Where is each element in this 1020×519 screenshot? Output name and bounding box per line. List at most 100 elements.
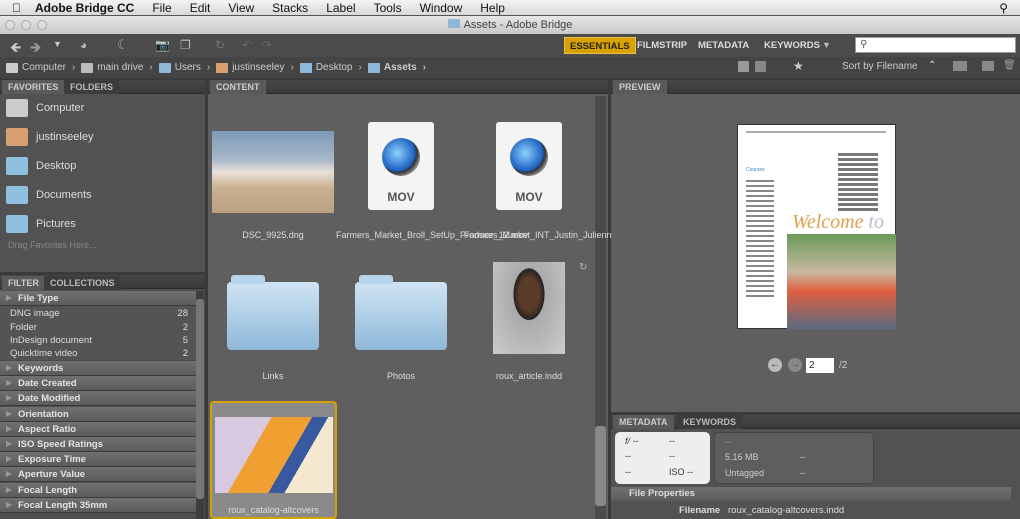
search-input[interactable]: ⚲ [855, 37, 1016, 53]
filename-value: roux_catalog-altcovers.indd [728, 505, 845, 516]
favorite-desktop[interactable]: Desktop [6, 157, 76, 175]
file-label: Farmers_Market_Broll_SetUp_Produce_12.mo… [336, 230, 529, 240]
folder-icon [6, 215, 28, 233]
favorite-justinseeley[interactable]: justinseeley [6, 128, 93, 146]
filter-group-label: Orientation [18, 408, 69, 420]
filter-group[interactable]: Orientation [0, 406, 196, 422]
title-bar: Assets - Adobe Bridge [0, 16, 1020, 34]
menu-tools[interactable]: Tools [374, 1, 402, 15]
filter-group[interactable]: Focal Length 35mm [0, 497, 196, 513]
sort-ascending-icon[interactable]: ⌃ [928, 60, 936, 71]
menu-label[interactable]: Label [326, 1, 355, 15]
open-recent-icon[interactable] [953, 61, 967, 71]
thumbnail-mov-2[interactable]: MOV [496, 122, 562, 210]
page-number-input[interactable]: 2 [806, 358, 834, 373]
breadcrumb-assets[interactable]: Assets › [367, 62, 426, 73]
chevron-right-icon: › [149, 62, 153, 73]
filter-item[interactable]: Quicktime video 2 [0, 346, 196, 361]
filter-group[interactable]: Date Modified [0, 391, 196, 407]
spotlight-icon[interactable]: ⚲ [999, 1, 1008, 15]
filter-group[interactable]: Date Created [0, 376, 196, 392]
minimize-button[interactable] [21, 20, 31, 30]
rotate-right-icon[interactable]: ↷ [262, 38, 272, 52]
filter-group[interactable]: Aspect Ratio [0, 421, 196, 437]
trash-icon[interactable]: 🗑 [1003, 60, 1016, 71]
filter-group[interactable]: Aperture Value [0, 467, 196, 483]
preview-document: Courses Welcome to [737, 124, 896, 329]
file-data-box: -- 5.16 MB -- Untagged -- [714, 432, 874, 484]
filter-scrollbar[interactable] [196, 291, 204, 519]
rotate-left-icon[interactable]: ↶ [242, 38, 252, 52]
camera-import-icon[interactable]: 📷 [155, 38, 170, 52]
filter-item-label: DNG image [10, 308, 60, 319]
tab-metadata[interactable]: METADATA [613, 415, 674, 429]
boomerang-icon[interactable]: ☾ [117, 37, 129, 53]
favorite-label: justinseeley [36, 131, 94, 143]
filter-group[interactable]: Keywords [0, 361, 196, 376]
breadcrumb-users[interactable]: Users › [158, 62, 210, 73]
view-mode-icon[interactable] [755, 61, 766, 72]
apple-icon[interactable]:  [12, 1, 21, 15]
scrollbar-thumb[interactable] [196, 299, 204, 499]
new-folder-icon[interactable] [982, 61, 994, 71]
favorite-computer[interactable]: Computer [6, 99, 84, 117]
breadcrumb-computer[interactable]: Computer › [6, 62, 75, 73]
favorite-pictures[interactable]: Pictures [6, 215, 76, 233]
breadcrumb-desktop[interactable]: Desktop › [299, 62, 362, 73]
open-in-camera-raw-icon[interactable]: ↻ [215, 38, 225, 52]
menu-edit[interactable]: Edit [190, 1, 211, 15]
color-mode-value: -- [800, 468, 806, 478]
zoom-button[interactable] [37, 20, 47, 30]
thumbnail-roux-catalog-selected[interactable]: roux_catalog-altcovers [210, 401, 337, 519]
thumbnail-mov-1[interactable]: MOV [368, 122, 434, 210]
resolution-value: -- [800, 452, 806, 462]
menu-window[interactable]: Window [420, 1, 463, 15]
star-filter-icon[interactable]: ★ [793, 59, 804, 73]
previous-page-button[interactable]: ← [768, 358, 782, 372]
thumbnail-quality-icon[interactable] [738, 61, 749, 72]
menu-app[interactable]: Adobe Bridge CC [35, 1, 134, 15]
menu-file[interactable]: File [152, 1, 171, 15]
workspace-keywords[interactable]: KEYWORDS [759, 37, 825, 54]
folder-links-icon[interactable] [227, 275, 319, 350]
workspace-menu-icon[interactable]: ▼ [822, 40, 831, 50]
tab-favorites[interactable]: FAVORITES [2, 80, 65, 94]
filter-group[interactable]: Focal Length [0, 482, 196, 498]
sort-dropdown[interactable]: Sort by Filename [842, 61, 918, 72]
thumbnail-dsc-9925[interactable] [212, 131, 334, 213]
workspace-essentials[interactable]: ESSENTIALS [564, 37, 636, 54]
favorite-documents[interactable]: Documents [6, 186, 92, 204]
section-file-properties[interactable]: File Properties [611, 487, 1011, 501]
menu-stacks[interactable]: Stacks [272, 1, 308, 15]
workspace-metadata[interactable]: METADATA [693, 37, 754, 54]
refine-icon[interactable]: ❐ [180, 38, 191, 52]
menu-view[interactable]: View [228, 1, 254, 15]
tab-filter[interactable]: FILTER [2, 276, 45, 290]
tab-content[interactable]: CONTENT [210, 80, 266, 94]
filter-group-label: Date Created [18, 378, 77, 390]
mov-badge: MOV [515, 190, 543, 204]
tab-preview[interactable]: PREVIEW [613, 80, 667, 94]
thumbnail-roux-article[interactable] [493, 262, 565, 354]
filter-group-label: Exposure Time [18, 454, 86, 466]
scrollbar-thumb[interactable] [595, 426, 606, 506]
close-button[interactable] [5, 20, 15, 30]
workspace-filmstrip[interactable]: FILMSTRIP [632, 37, 692, 54]
tab-keywords[interactable]: KEYWORDS [677, 415, 743, 429]
tab-folders[interactable]: FOLDERS [64, 80, 120, 94]
history-dropdown-icon[interactable]: ▼ [53, 39, 62, 49]
favorite-label: Pictures [36, 218, 76, 230]
folder-photos-icon[interactable] [355, 275, 447, 350]
tab-collections[interactable]: COLLECTIONS [44, 276, 121, 290]
next-page-button[interactable]: → [788, 358, 802, 372]
menu-help[interactable]: Help [480, 1, 505, 15]
filter-group[interactable]: ISO Speed Ratings [0, 437, 196, 452]
content-scrollbar[interactable] [595, 96, 606, 519]
filter-group[interactable]: Exposure Time [0, 452, 196, 468]
aperture-value: f/ -- [625, 436, 639, 446]
breadcrumb-justinseeley[interactable]: justinseeley › [216, 62, 294, 73]
reveal-recent-icon[interactable]: ◕ [80, 38, 87, 52]
breadcrumb-main-drive[interactable]: main drive › [81, 62, 153, 73]
filter-file-type[interactable]: File Type [0, 291, 196, 306]
filter-item[interactable]: DNG image 28 [0, 306, 196, 321]
